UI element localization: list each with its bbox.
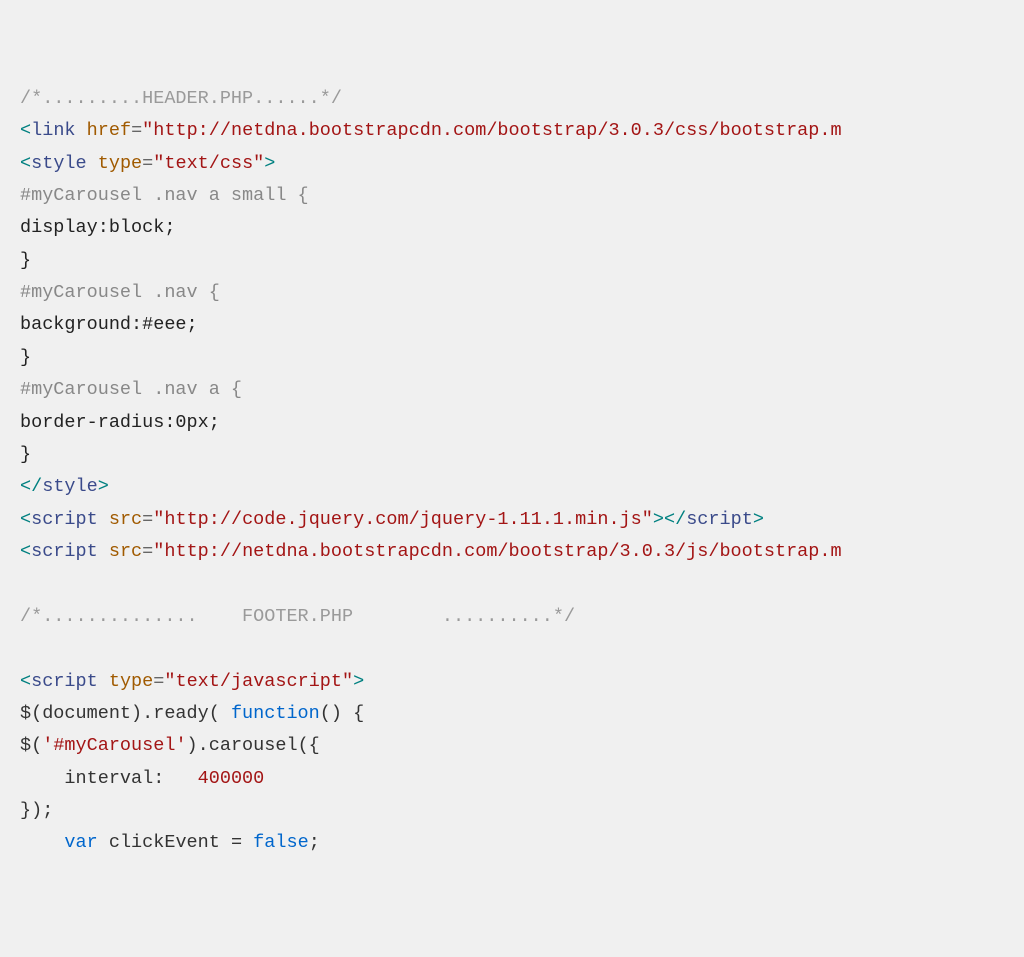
comment-footer: /*.............. FOOTER.PHP ..........*/ xyxy=(20,606,575,627)
comment-header: /*.........HEADER.PHP......*/ xyxy=(20,88,342,109)
code-block: /*.........HEADER.PHP......*/ <link href… xyxy=(20,83,1004,860)
